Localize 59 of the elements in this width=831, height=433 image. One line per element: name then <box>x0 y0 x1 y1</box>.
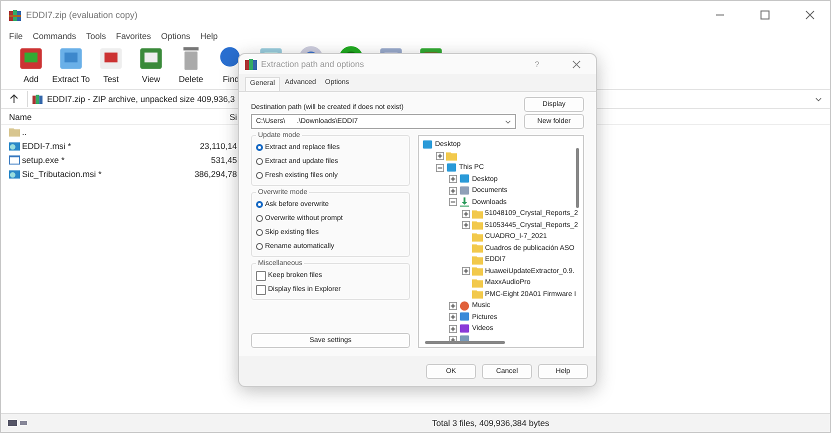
download-icon <box>459 197 470 208</box>
file-size: 531,45 <box>210 155 237 165</box>
radio-button[interactable] <box>256 144 263 151</box>
collapse-toggle[interactable] <box>448 198 457 207</box>
close-icon <box>572 60 580 68</box>
file-name[interactable]: setup.exe * <box>22 155 65 165</box>
status-text: Total 3 files, 409,936,384 bytes <box>432 418 550 428</box>
expand-toggle[interactable] <box>448 312 457 322</box>
maximize-icon <box>760 10 770 20</box>
radio-button[interactable] <box>256 243 263 250</box>
file-size: 386,294,78 <box>193 169 237 179</box>
app-icon <box>245 58 257 70</box>
installer-icon <box>9 169 20 179</box>
checkbox[interactable] <box>256 270 266 280</box>
menu-item[interactable]: Commands <box>32 31 76 41</box>
up-arrow-icon[interactable] <box>9 94 19 104</box>
app-icon <box>9 9 21 21</box>
menu-item[interactable]: File <box>9 31 23 41</box>
column-header[interactable]: Si <box>159 112 237 122</box>
radio-button[interactable] <box>256 215 263 222</box>
dialog-title: Extraction path and options <box>261 59 364 69</box>
expand-toggle[interactable] <box>448 186 457 196</box>
expand-toggle[interactable] <box>461 220 470 230</box>
file-name[interactable]: Sic_Tributacion.msi * <box>22 169 102 179</box>
radio-button[interactable] <box>256 158 263 165</box>
toolbar-button[interactable]: View <box>142 74 160 84</box>
close-icon <box>805 10 815 20</box>
checkbox[interactable] <box>256 284 266 294</box>
column-header[interactable]: Name <box>1 112 159 122</box>
installer-icon <box>9 141 20 151</box>
radio-button[interactable] <box>256 201 263 208</box>
file-name[interactable]: .. <box>22 127 27 137</box>
menu-item[interactable]: Help <box>200 31 218 41</box>
toolbar-button[interactable]: Delete <box>178 74 204 84</box>
file-size: 23,110,14 <box>198 141 237 151</box>
expand-toggle[interactable] <box>448 301 457 310</box>
window-icon <box>9 155 20 165</box>
expand-toggle[interactable] <box>448 174 457 184</box>
toolbar-button[interactable]: Extract To <box>52 74 90 84</box>
chevron-icon <box>815 96 822 102</box>
scrollbar[interactable] <box>425 341 505 344</box>
collapse-toggle[interactable] <box>435 163 444 172</box>
window-title: EDDI7.zip (evaluation copy) <box>26 10 138 20</box>
menu-item[interactable]: Tools <box>86 31 106 41</box>
expand-toggle[interactable] <box>435 152 444 161</box>
radio-button[interactable] <box>256 172 263 179</box>
menu-item[interactable]: Favorites <box>116 31 151 41</box>
radio-button[interactable] <box>256 229 263 236</box>
toolbar-button[interactable]: Test <box>103 74 119 84</box>
music-icon <box>459 300 470 311</box>
status-icon <box>7 419 29 427</box>
menu-item[interactable]: Options <box>160 31 190 41</box>
chevron-icon <box>505 120 511 124</box>
expand-toggle[interactable] <box>461 209 470 218</box>
scrollbar[interactable] <box>576 148 579 208</box>
toolbar-button[interactable]: Add <box>23 74 39 84</box>
expand-toggle[interactable] <box>448 324 457 334</box>
expand-toggle[interactable] <box>461 266 470 276</box>
file-name[interactable]: EDDI-7.msi * <box>22 141 72 151</box>
